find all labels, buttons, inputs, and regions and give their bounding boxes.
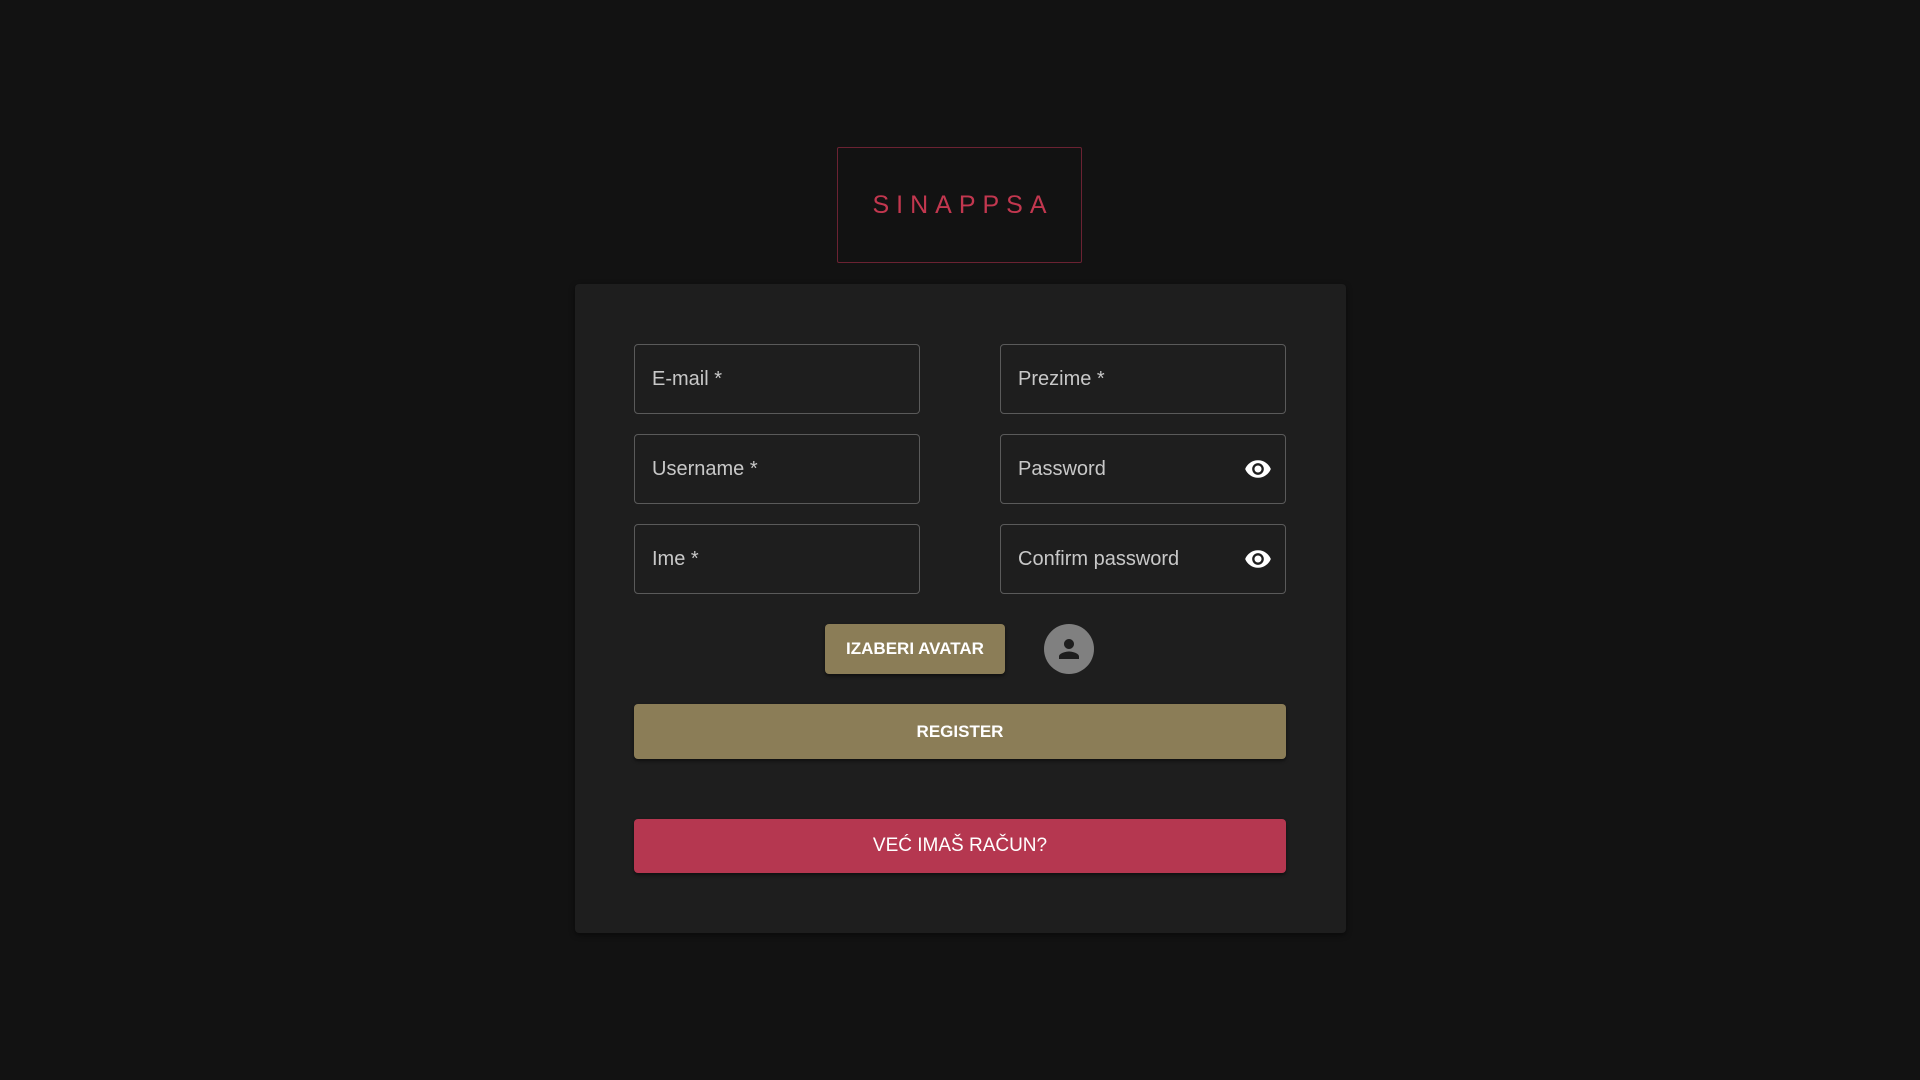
email-field-label: E-mail *	[652, 367, 723, 390]
logo-text: SINAPPSA	[872, 190, 1054, 219]
prezime-field[interactable]: Prezime *	[1000, 344, 1286, 414]
ime-field-label: Ime *	[652, 547, 699, 570]
register-form-card: E-mail * Prezime * Username * Password I…	[575, 284, 1346, 933]
email-field[interactable]: E-mail *	[634, 344, 920, 414]
person-icon	[1044, 624, 1094, 674]
avatar	[1044, 624, 1094, 674]
username-field[interactable]: Username *	[634, 434, 920, 504]
prezime-field-label: Prezime *	[1018, 367, 1105, 390]
register-button[interactable]: REGISTER	[634, 704, 1286, 759]
username-field-label: Username *	[652, 457, 758, 480]
password-field-label: Password	[1018, 457, 1106, 480]
confirm-password-field-label: Confirm password	[1018, 547, 1180, 570]
password-field[interactable]: Password	[1000, 434, 1286, 504]
have-account-button[interactable]: VEĆ IMAŠ RAČUN?	[634, 819, 1286, 873]
ime-field[interactable]: Ime *	[634, 524, 920, 594]
choose-avatar-button[interactable]: IZABERI AVATAR	[825, 624, 1005, 674]
register-page: SINAPPSA E-mail * Prezime * Username * P…	[0, 0, 1920, 1080]
eye-icon[interactable]	[1243, 454, 1273, 484]
confirm-password-field[interactable]: Confirm password	[1000, 524, 1286, 594]
eye-icon[interactable]	[1243, 544, 1273, 574]
app-logo: SINAPPSA	[837, 147, 1082, 263]
